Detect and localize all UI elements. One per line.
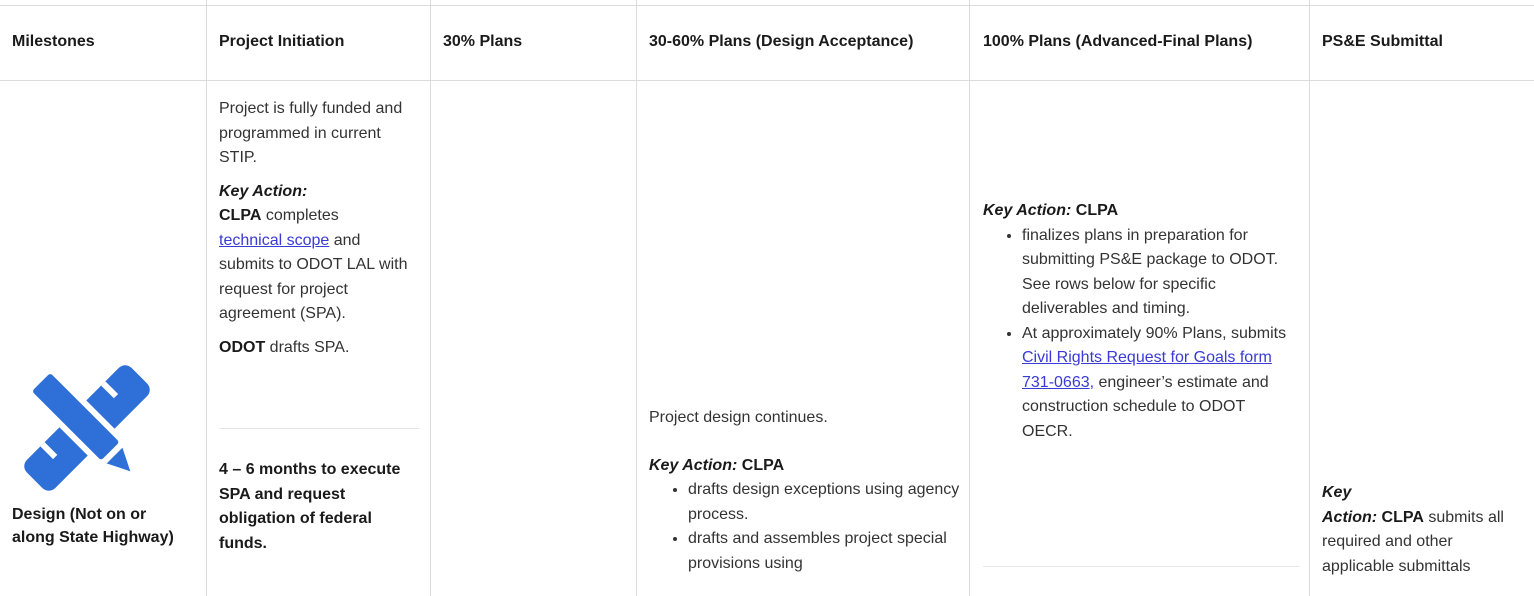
- header-30-60-plans: 30-60% Plans (Design Acceptance): [649, 33, 914, 50]
- column-divider: [206, 0, 207, 596]
- key-label: Key: [1322, 484, 1352, 501]
- column-divider: [1309, 0, 1310, 596]
- table-top-border: [0, 5, 1534, 6]
- key-action-label: Key Action:: [219, 182, 308, 200]
- header-30-plans: 30% Plans: [443, 33, 523, 50]
- design-continues-text: Project design continues.: [649, 409, 828, 426]
- header-milestones: Milestones: [12, 33, 95, 50]
- plans-30-60-cell: Project design continues. Key Action: CL…: [649, 406, 965, 576]
- column-divider: [430, 0, 431, 596]
- header-project-initiation: Project Initiation: [219, 33, 345, 50]
- pse-action-text: Action: CLPA submits all required and ot…: [1322, 508, 1504, 575]
- technical-scope-link[interactable]: technical scope: [219, 232, 329, 249]
- timeline-text: 4 – 6 months to execute SPA and request …: [219, 461, 401, 552]
- list-item: drafts design exceptions using agency pr…: [688, 478, 965, 527]
- initiation-cell: Project is fully funded and programmed i…: [219, 97, 419, 360]
- header-pse-submittal: PS&E Submittal: [1322, 33, 1443, 50]
- pencil-ruler-icon: [24, 365, 150, 491]
- plans-30-60-list: drafts design exceptions using agency pr…: [649, 478, 965, 576]
- cell-divider: [983, 566, 1299, 567]
- plans-100-list: finalizes plans in preparation for submi…: [983, 224, 1299, 445]
- key-action-clpa: Key Action: CLPA: [983, 202, 1119, 219]
- odot-drafts-text: ODOT drafts SPA.: [219, 338, 350, 356]
- list-item: finalizes plans in preparation for submi…: [1022, 224, 1299, 322]
- milestones-table: Milestones Project Initiation 30% Plans …: [0, 0, 1534, 596]
- list-item: drafts and assembles project special pro…: [688, 527, 965, 576]
- column-divider: [969, 0, 970, 596]
- plans-100-cell: Key Action: CLPA finalizes plans in prep…: [983, 199, 1299, 444]
- funded-text: Project is fully funded and programmed i…: [219, 100, 403, 166]
- cell-divider: [219, 428, 419, 429]
- clpa-completes-text: CLPA completes: [219, 207, 339, 224]
- key-action-clpa: Key Action: CLPA: [649, 456, 785, 474]
- tech-scope-text: technical scope and submits to ODOT LAL …: [219, 231, 408, 323]
- milestone-label: Design (Not on or along State Highway): [12, 506, 174, 546]
- header-bottom-border: [0, 80, 1534, 81]
- column-divider: [636, 0, 637, 596]
- header-100-plans: 100% Plans (Advanced-Final Plans): [983, 33, 1253, 50]
- list-item: At approximately 90% Plans, submits Civi…: [1022, 322, 1299, 445]
- pse-cell: Key Action: CLPA submits all required an…: [1322, 481, 1527, 579]
